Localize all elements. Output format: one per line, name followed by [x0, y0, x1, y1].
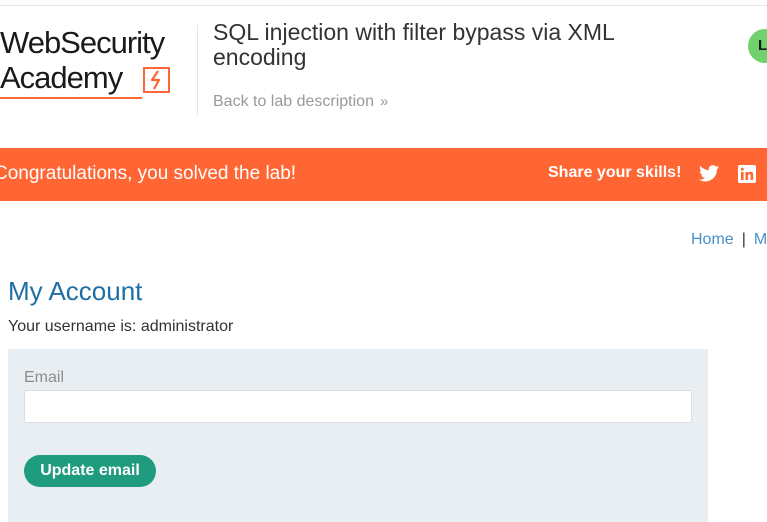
- logo-bolt-icon: [143, 67, 170, 93]
- my-account-link[interactable]: M: [754, 231, 767, 248]
- logo-text-line-1: WebSecurity: [0, 25, 165, 60]
- lab-status-badge: L: [748, 29, 767, 63]
- home-link[interactable]: Home: [691, 231, 734, 248]
- top-nav: Home | M: [691, 231, 767, 249]
- web-security-academy-logo[interactable]: WebSecurity Academy: [0, 26, 196, 106]
- change-email-form: Email Update email: [8, 349, 708, 522]
- update-email-button[interactable]: Update email: [24, 455, 156, 487]
- linkedin-icon[interactable]: [738, 165, 756, 183]
- logo-underline: [0, 97, 142, 99]
- nav-separator: |: [741, 231, 746, 248]
- email-input[interactable]: [24, 390, 692, 423]
- congratulations-message: Congratulations, you solved the lab!: [0, 163, 297, 184]
- solved-banner: Congratulations, you solved the lab! Sha…: [0, 148, 767, 201]
- lab-title: SQL injection with filter bypass via XML…: [213, 19, 614, 70]
- logo-text-line-2: Academy: [0, 60, 123, 95]
- double-chevron-right-icon: »: [379, 93, 389, 110]
- lab-header: WebSecurity Academy SQL injection with f…: [0, 0, 767, 148]
- share-skills-label: Share your skills!: [548, 164, 682, 181]
- username-text: Your username is: administrator: [8, 318, 234, 335]
- header-divider: [197, 25, 198, 115]
- twitter-icon[interactable]: [699, 165, 719, 182]
- page-title: My Account: [8, 276, 143, 306]
- back-link-label: Back to lab description: [213, 93, 374, 110]
- back-to-lab-description-link[interactable]: Back to lab description »: [213, 93, 388, 111]
- email-label: Email: [24, 369, 65, 386]
